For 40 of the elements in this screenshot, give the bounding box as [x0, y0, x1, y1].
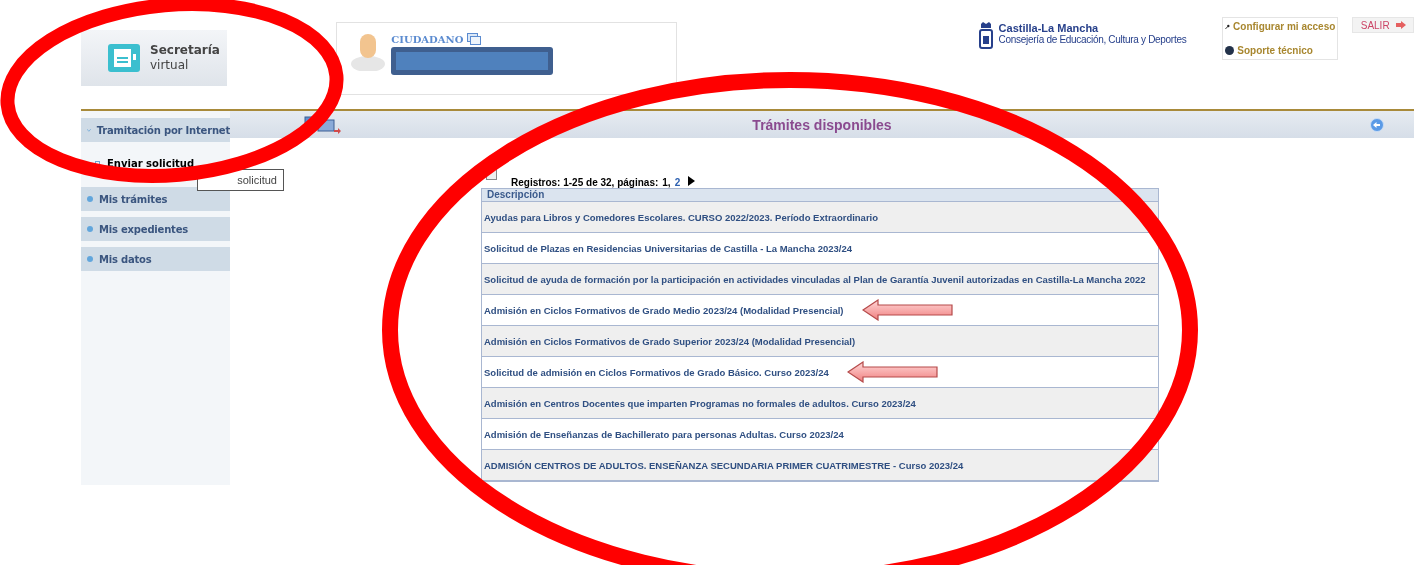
- procedure-link[interactable]: Admisión en Ciclos Formativos de Grado Medio 2023/24 (Modalidad Presencial): [484, 304, 844, 316]
- page-title: Trámites disponibles: [752, 116, 892, 133]
- bullet-icon: [95, 160, 100, 166]
- support-link[interactable]: Soporte técnico: [1225, 45, 1336, 56]
- logo-title: Secretaría: [150, 43, 220, 58]
- windows-icon[interactable]: [467, 33, 482, 45]
- bullet-icon: [87, 196, 93, 202]
- monitor-icon[interactable]: [304, 116, 342, 136]
- page-link[interactable]: 1,: [662, 177, 671, 188]
- sidebar-item[interactable]: Mis expedientes: [81, 217, 230, 241]
- sidebar-item[interactable]: Mis datos: [81, 247, 230, 271]
- page-link[interactable]: 2: [674, 177, 681, 188]
- user-role: CIUDADANO: [391, 33, 464, 45]
- next-page-icon[interactable]: [688, 176, 696, 186]
- records-summary: Registros: 1-25 de 32, páginas:: [511, 177, 659, 188]
- avatar-icon: [351, 33, 386, 71]
- column-header: Descripción: [482, 189, 1158, 202]
- arrow-right-icon: [1395, 21, 1406, 29]
- bullet-icon: [87, 226, 93, 232]
- procedure-link[interactable]: Ayudas para Libros y Comedores Escolares. CURSO 2022/2023. Período Extraordinario: [484, 211, 879, 223]
- document-icon: [108, 44, 140, 72]
- sidebar-subitem[interactable]: Enviar solicitud: [81, 148, 195, 172]
- logo-subtitle: virtual: [150, 58, 190, 73]
- back-icon[interactable]: [1370, 118, 1384, 132]
- settings-link[interactable]: Configurar mi acceso: [1225, 21, 1336, 32]
- sidebar-item[interactable]: Tramitación por Internet: [81, 118, 230, 142]
- sidebar-item[interactable]: Mis trámites: [81, 187, 230, 211]
- org-name: Castilla-La Mancha: [998, 22, 1100, 34]
- bullet-icon: [87, 256, 93, 262]
- procedure-link[interactable]: Admisión en Centros Docentes que imparten Programas no formales de adultos. Curso 2023/24: [484, 397, 916, 409]
- procedure-link[interactable]: Admisión en Ciclos Formativos de Grado Superior 2023/24 (Modalidad Presencial): [484, 335, 856, 347]
- org-department: Consejería de Educación, Cultura y Deportes: [998, 34, 1187, 46]
- exit-button[interactable]: SALIR: [1352, 17, 1414, 33]
- procedure-link[interactable]: Admisión de Enseñanzas de Bachillerato para personas Adultas. Curso 2023/24: [484, 428, 844, 440]
- procedure-link[interactable]: Solicitud de ayuda de formación por la participación en actividades vinculadas al Plan de Garantía Juvenil autorizadas en Castilla-La Mancha 2022: [484, 273, 1146, 285]
- help-icon: [1225, 46, 1235, 55]
- procedure-link[interactable]: ADMISIÓN CENTROS DE ADULTOS. ENSEÑANZA SECUNDARIA PRIMER CUATRIMESTRE - Curso 2023/24: [484, 459, 964, 471]
- crest-icon: [978, 22, 993, 49]
- procedure-link[interactable]: Solicitud de Plazas en Residencias Universitarias de Castilla - La Mancha 2023/24: [484, 242, 853, 254]
- procedure-link[interactable]: Solicitud de admisión en Ciclos Formativos de Grado Básico. Curso 2023/24: [484, 366, 829, 378]
